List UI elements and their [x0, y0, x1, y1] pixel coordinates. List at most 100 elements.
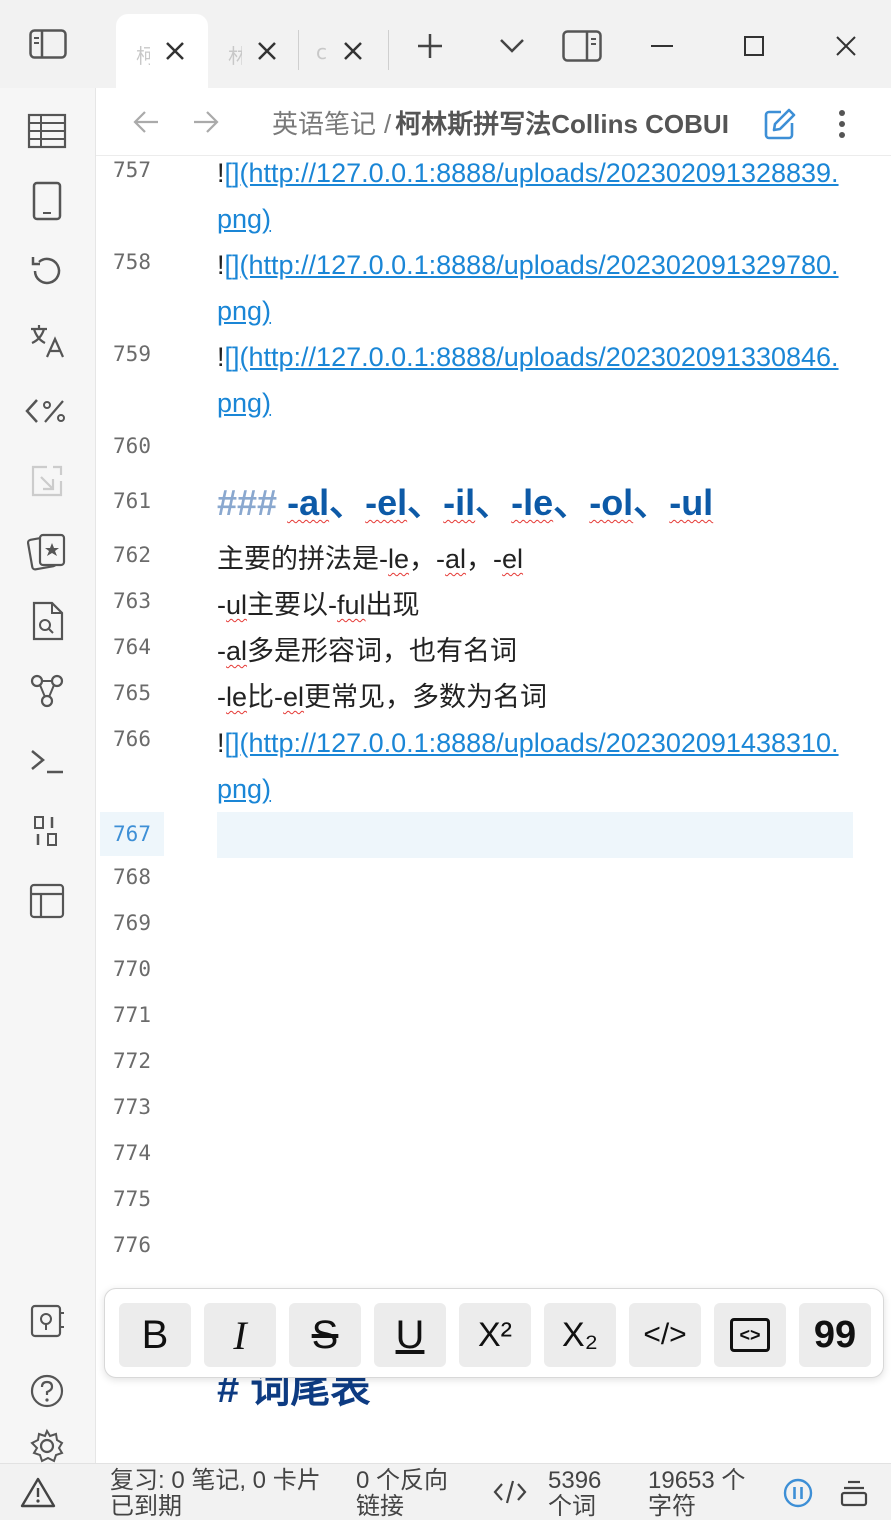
heading-line[interactable]: ### -al、-el、-il、-le、-ol、-ul — [217, 476, 849, 530]
more-options-icon[interactable] — [828, 104, 856, 144]
tab-active[interactable]: 柯 — [116, 14, 208, 88]
warning-icon[interactable] — [18, 1474, 58, 1510]
embed-bang: ! — [217, 158, 225, 188]
heading-sep: 、 — [329, 482, 366, 523]
text-line[interactable]: -al多是形容词，也有名词 — [217, 628, 849, 674]
binary-icon[interactable] — [24, 808, 70, 854]
image-embed-line[interactable]: ![](http://127.0.0.1:8888/uploads/202302… — [217, 720, 849, 812]
line-number: 774 — [113, 1141, 151, 1165]
close-icon[interactable] — [252, 36, 282, 66]
tablet-icon[interactable] — [24, 178, 70, 224]
image-link[interactable]: [](http://127.0.0.1:8888/uploads/2023020… — [217, 158, 839, 234]
heading-word: -ul — [669, 482, 714, 523]
line-number: 757 — [113, 158, 151, 182]
line-number: 761 — [113, 489, 151, 513]
line-number: 768 — [113, 865, 151, 889]
right-sidebar-toggle-icon[interactable] — [562, 26, 602, 66]
tab-3[interactable]: c — [300, 14, 386, 88]
maximize-icon[interactable] — [734, 26, 774, 66]
text-line[interactable]: -le比-el更常见，多数为名词 — [217, 674, 849, 720]
terminal-icon[interactable] — [24, 738, 70, 784]
heading-word: -il — [443, 482, 476, 523]
review-status[interactable]: 复习: 0 笔记, 0 卡片已到期 — [110, 1468, 340, 1520]
italic-button[interactable]: I — [204, 1303, 276, 1367]
text-line[interactable]: -ul主要以-ful出现 — [217, 582, 849, 628]
quote-button[interactable]: 99 — [799, 1303, 871, 1367]
line-number: 763 — [113, 589, 151, 613]
app-window: 柯 林 c 英语笔记 / 柯林斯拼写法Collins COBUILD 757 7… — [0, 0, 891, 1520]
code-block-icon: <> — [730, 1318, 770, 1352]
breadcrumb-separator: / — [384, 109, 392, 139]
tab-bar: 柯 林 c — [0, 0, 891, 88]
tab-2[interactable]: 林 — [208, 14, 298, 88]
breadcrumb-parent[interactable]: 英语笔记 — [272, 109, 376, 139]
image-embed-line[interactable]: ![](http://127.0.0.1:8888/uploads/202302… — [217, 334, 849, 426]
image-embed-line[interactable]: ![](http://127.0.0.1:8888/uploads/202302… — [217, 156, 849, 242]
heading-hash: ### — [217, 482, 278, 523]
new-tab-plus-icon[interactable] — [410, 26, 450, 66]
graph-icon[interactable] — [24, 668, 70, 714]
search-file-icon[interactable] — [24, 598, 70, 644]
sync-pause-icon[interactable] — [780, 1476, 816, 1510]
close-icon[interactable] — [160, 36, 190, 66]
strikethrough-button[interactable]: S — [289, 1303, 361, 1367]
close-window-icon[interactable] — [826, 26, 866, 66]
vault-switcher-icon[interactable] — [24, 1298, 70, 1344]
editor-pane[interactable]: 757 758 759 760 761 762 763 764 765 766 … — [96, 156, 891, 1463]
minimize-icon[interactable] — [642, 26, 682, 66]
text-span: - — [217, 590, 226, 620]
export-icon-disabled — [24, 458, 70, 504]
back-arrow-icon[interactable] — [128, 104, 164, 140]
image-link[interactable]: [](http://127.0.0.1:8888/uploads/2023020… — [217, 728, 839, 804]
help-icon[interactable] — [24, 1368, 70, 1414]
text-span-misspelled: el — [283, 682, 305, 712]
view-header: 英语笔记 / 柯林斯拼写法Collins COBUILD — [96, 88, 891, 156]
underline-button[interactable]: U — [374, 1303, 446, 1367]
text-line[interactable]: 主要的拼法是-le，-al，-el — [217, 536, 849, 582]
code-view-icon[interactable] — [490, 1476, 530, 1508]
close-icon[interactable] — [338, 36, 368, 66]
code-block-button[interactable]: <> — [714, 1303, 786, 1367]
text-span: ，- — [466, 544, 503, 574]
tab-label: c — [316, 40, 327, 64]
layout-icon[interactable] — [24, 878, 70, 924]
image-embed-line[interactable]: ![](http://127.0.0.1:8888/uploads/202302… — [217, 242, 849, 334]
inline-code-button[interactable]: </> — [629, 1303, 701, 1367]
flashcards-icon[interactable] — [24, 528, 70, 574]
text-span-misspelled: le — [226, 682, 248, 712]
sidebar-toggle-icon[interactable] — [20, 22, 76, 66]
line-number: 775 — [113, 1187, 151, 1211]
image-link[interactable]: [](http://127.0.0.1:8888/uploads/2023020… — [217, 250, 839, 326]
heading-word: -el — [365, 482, 408, 523]
tab-divider — [298, 30, 299, 70]
note-title[interactable]: 柯林斯拼写法Collins COBUILD — [395, 109, 730, 139]
bold-button[interactable]: B — [119, 1303, 191, 1367]
active-line-highlight — [217, 812, 853, 858]
line-number: 758 — [113, 250, 151, 274]
chevron-down-icon[interactable] — [492, 26, 532, 66]
subscript-button[interactable]: X₂ — [544, 1303, 616, 1367]
line-number: 764 — [113, 635, 151, 659]
text-span: - — [217, 636, 226, 666]
text-span-misspelled: le — [388, 544, 410, 574]
translate-icon[interactable] — [24, 318, 70, 364]
table-icon[interactable] — [24, 108, 70, 154]
text-span-misspelled: ful — [337, 590, 366, 620]
code-icon: </> — [643, 1318, 687, 1351]
text-span: 更常见，多数为名词 — [304, 682, 548, 712]
template-tag-icon[interactable] — [24, 388, 70, 434]
text-span: 出现 — [365, 590, 420, 620]
superscript-button[interactable]: X² — [459, 1303, 531, 1367]
settings-gear-icon[interactable] — [24, 1428, 70, 1463]
forward-arrow-icon[interactable] — [188, 104, 224, 140]
line-number: 762 — [113, 543, 151, 567]
heading-word: -le — [511, 482, 554, 523]
image-link[interactable]: [](http://127.0.0.1:8888/uploads/2023020… — [217, 342, 839, 418]
history-icon[interactable] — [24, 248, 70, 294]
line-number-active: 767 — [100, 812, 164, 856]
stack-menu-icon[interactable] — [836, 1476, 872, 1510]
backlinks-count[interactable]: 0 个反向链接 — [356, 1468, 466, 1520]
text-span: - — [217, 682, 226, 712]
format-toolbar: B I S U X² X₂ </> <> 99 — [104, 1288, 884, 1378]
edit-pencil-icon[interactable] — [760, 104, 800, 144]
